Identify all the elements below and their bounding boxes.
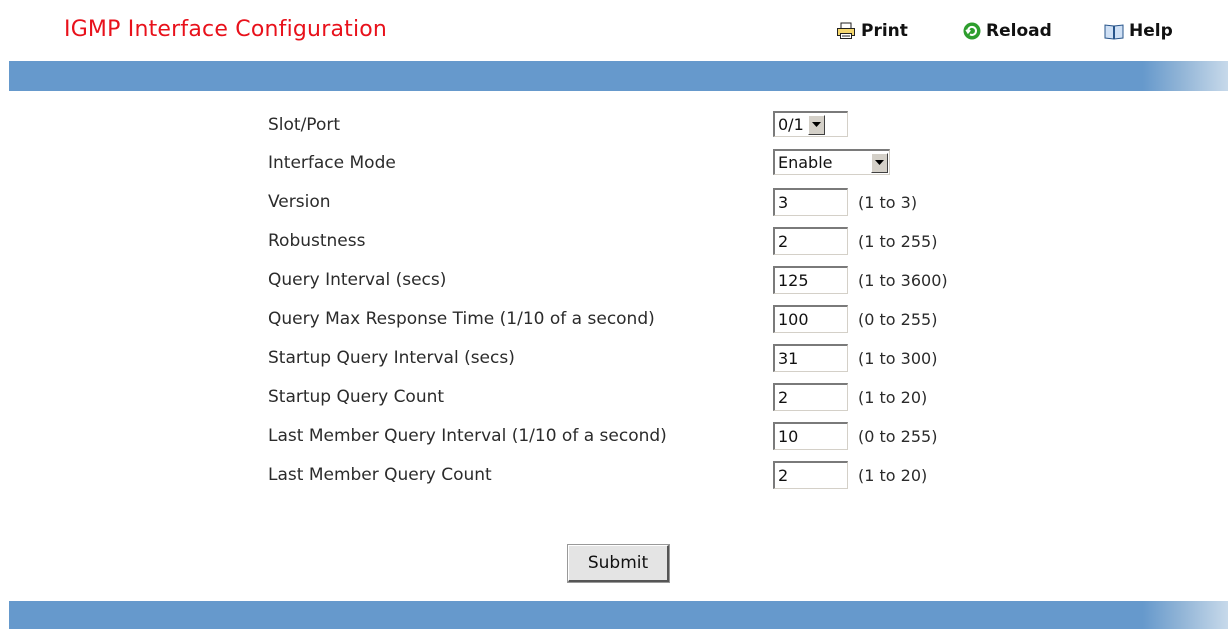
- query-max-response-input[interactable]: 100: [773, 305, 848, 333]
- robustness-label: Robustness: [268, 231, 366, 251]
- last-member-query-count-label: Last Member Query Count: [268, 465, 492, 485]
- interface-mode-value: Enable: [778, 153, 833, 172]
- interface-mode-select[interactable]: Enable: [773, 149, 890, 175]
- reload-icon: [963, 22, 981, 40]
- startup-query-count-row: Startup Query Count 2 (1 to 20): [0, 378, 1228, 414]
- slot-port-row: Slot/Port 0/1: [0, 106, 1228, 142]
- startup-query-count-input[interactable]: 2: [773, 383, 848, 411]
- startup-query-count-range: (1 to 20): [858, 388, 928, 407]
- header-divider-bar: [9, 61, 1228, 91]
- book-icon: [1104, 23, 1124, 40]
- print-label: Print: [861, 21, 908, 41]
- print-button[interactable]: Print: [836, 21, 908, 41]
- query-interval-label: Query Interval (secs): [268, 270, 447, 290]
- query-max-response-label: Query Max Response Time (1/10 of a secon…: [268, 309, 655, 329]
- startup-query-interval-row: Startup Query Interval (secs) 31 (1 to 3…: [0, 339, 1228, 375]
- last-member-query-interval-input[interactable]: 10: [773, 422, 848, 450]
- query-interval-range: (1 to 3600): [858, 271, 948, 290]
- startup-query-interval-label: Startup Query Interval (secs): [268, 348, 515, 368]
- robustness-range: (1 to 255): [858, 232, 938, 251]
- submit-button[interactable]: Submit: [567, 544, 670, 583]
- slot-port-select[interactable]: 0/1: [773, 111, 848, 137]
- robustness-input[interactable]: 2: [773, 227, 848, 255]
- last-member-query-count-input[interactable]: 2: [773, 461, 848, 489]
- last-member-query-interval-label: Last Member Query Interval (1/10 of a se…: [268, 426, 667, 446]
- startup-query-interval-range: (1 to 300): [858, 349, 938, 368]
- slot-port-value: 0/1: [778, 115, 804, 134]
- query-max-response-row: Query Max Response Time (1/10 of a secon…: [0, 300, 1228, 336]
- interface-mode-row: Interface Mode Enable: [0, 144, 1228, 180]
- query-interval-row: Query Interval (secs) 125 (1 to 3600): [0, 261, 1228, 297]
- slot-port-label: Slot/Port: [268, 115, 341, 135]
- help-button[interactable]: Help: [1104, 21, 1173, 41]
- chevron-down-icon[interactable]: [871, 152, 888, 173]
- page-title: IGMP Interface Configuration: [64, 17, 388, 42]
- reload-label: Reload: [986, 21, 1052, 41]
- last-member-query-count-range: (1 to 20): [858, 466, 928, 485]
- query-max-response-range: (0 to 255): [858, 310, 938, 329]
- startup-query-interval-input[interactable]: 31: [773, 344, 848, 372]
- version-input[interactable]: 3: [773, 188, 848, 216]
- last-member-query-count-row: Last Member Query Count 2 (1 to 20): [0, 456, 1228, 492]
- version-range: (1 to 3): [858, 193, 918, 212]
- printer-icon: [837, 22, 855, 39]
- version-row: Version 3 (1 to 3): [0, 183, 1228, 219]
- startup-query-count-label: Startup Query Count: [268, 387, 445, 407]
- interface-mode-label: Interface Mode: [268, 153, 396, 173]
- page-header: IGMP Interface Configuration Print Reloa…: [0, 0, 1228, 60]
- robustness-row: Robustness 2 (1 to 255): [0, 222, 1228, 258]
- query-interval-input[interactable]: 125: [773, 266, 848, 294]
- reload-button[interactable]: Reload: [963, 21, 1052, 41]
- footer-divider-bar: [9, 601, 1228, 629]
- help-label: Help: [1129, 21, 1173, 41]
- last-member-query-interval-row: Last Member Query Interval (1/10 of a se…: [0, 417, 1228, 453]
- chevron-down-icon[interactable]: [807, 114, 825, 135]
- version-label: Version: [268, 192, 331, 212]
- last-member-query-interval-range: (0 to 255): [858, 427, 938, 446]
